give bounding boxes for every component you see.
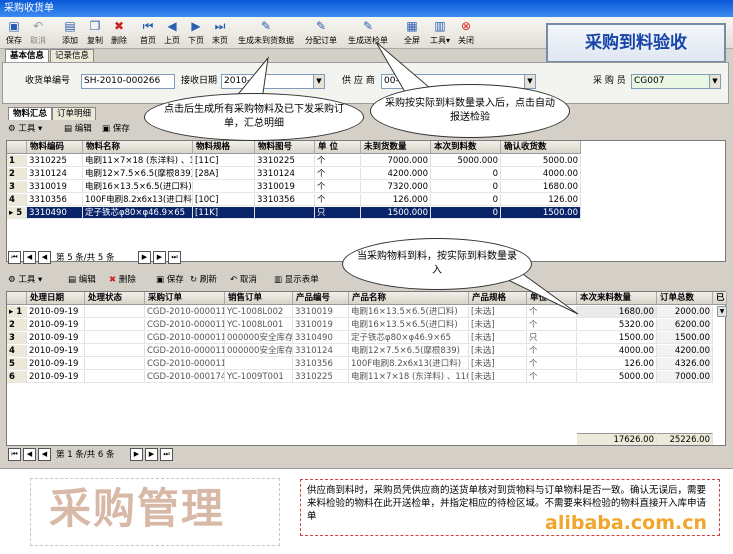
callout-generate-summary: 点击后生成所有采购物料及已下发采购订单，汇总明细 [144, 93, 364, 141]
callout-arrival-input: 当采购物料到料，按实际到料数量录入 [342, 238, 532, 290]
callout-inspection: 采购按实际到料数量录入后，点击自动报送检验 [370, 84, 570, 138]
watermark: alibaba.com.cn [545, 512, 708, 534]
callout-pointer-2 [375, 41, 432, 93]
module-logo: 采购管理 [30, 478, 280, 546]
